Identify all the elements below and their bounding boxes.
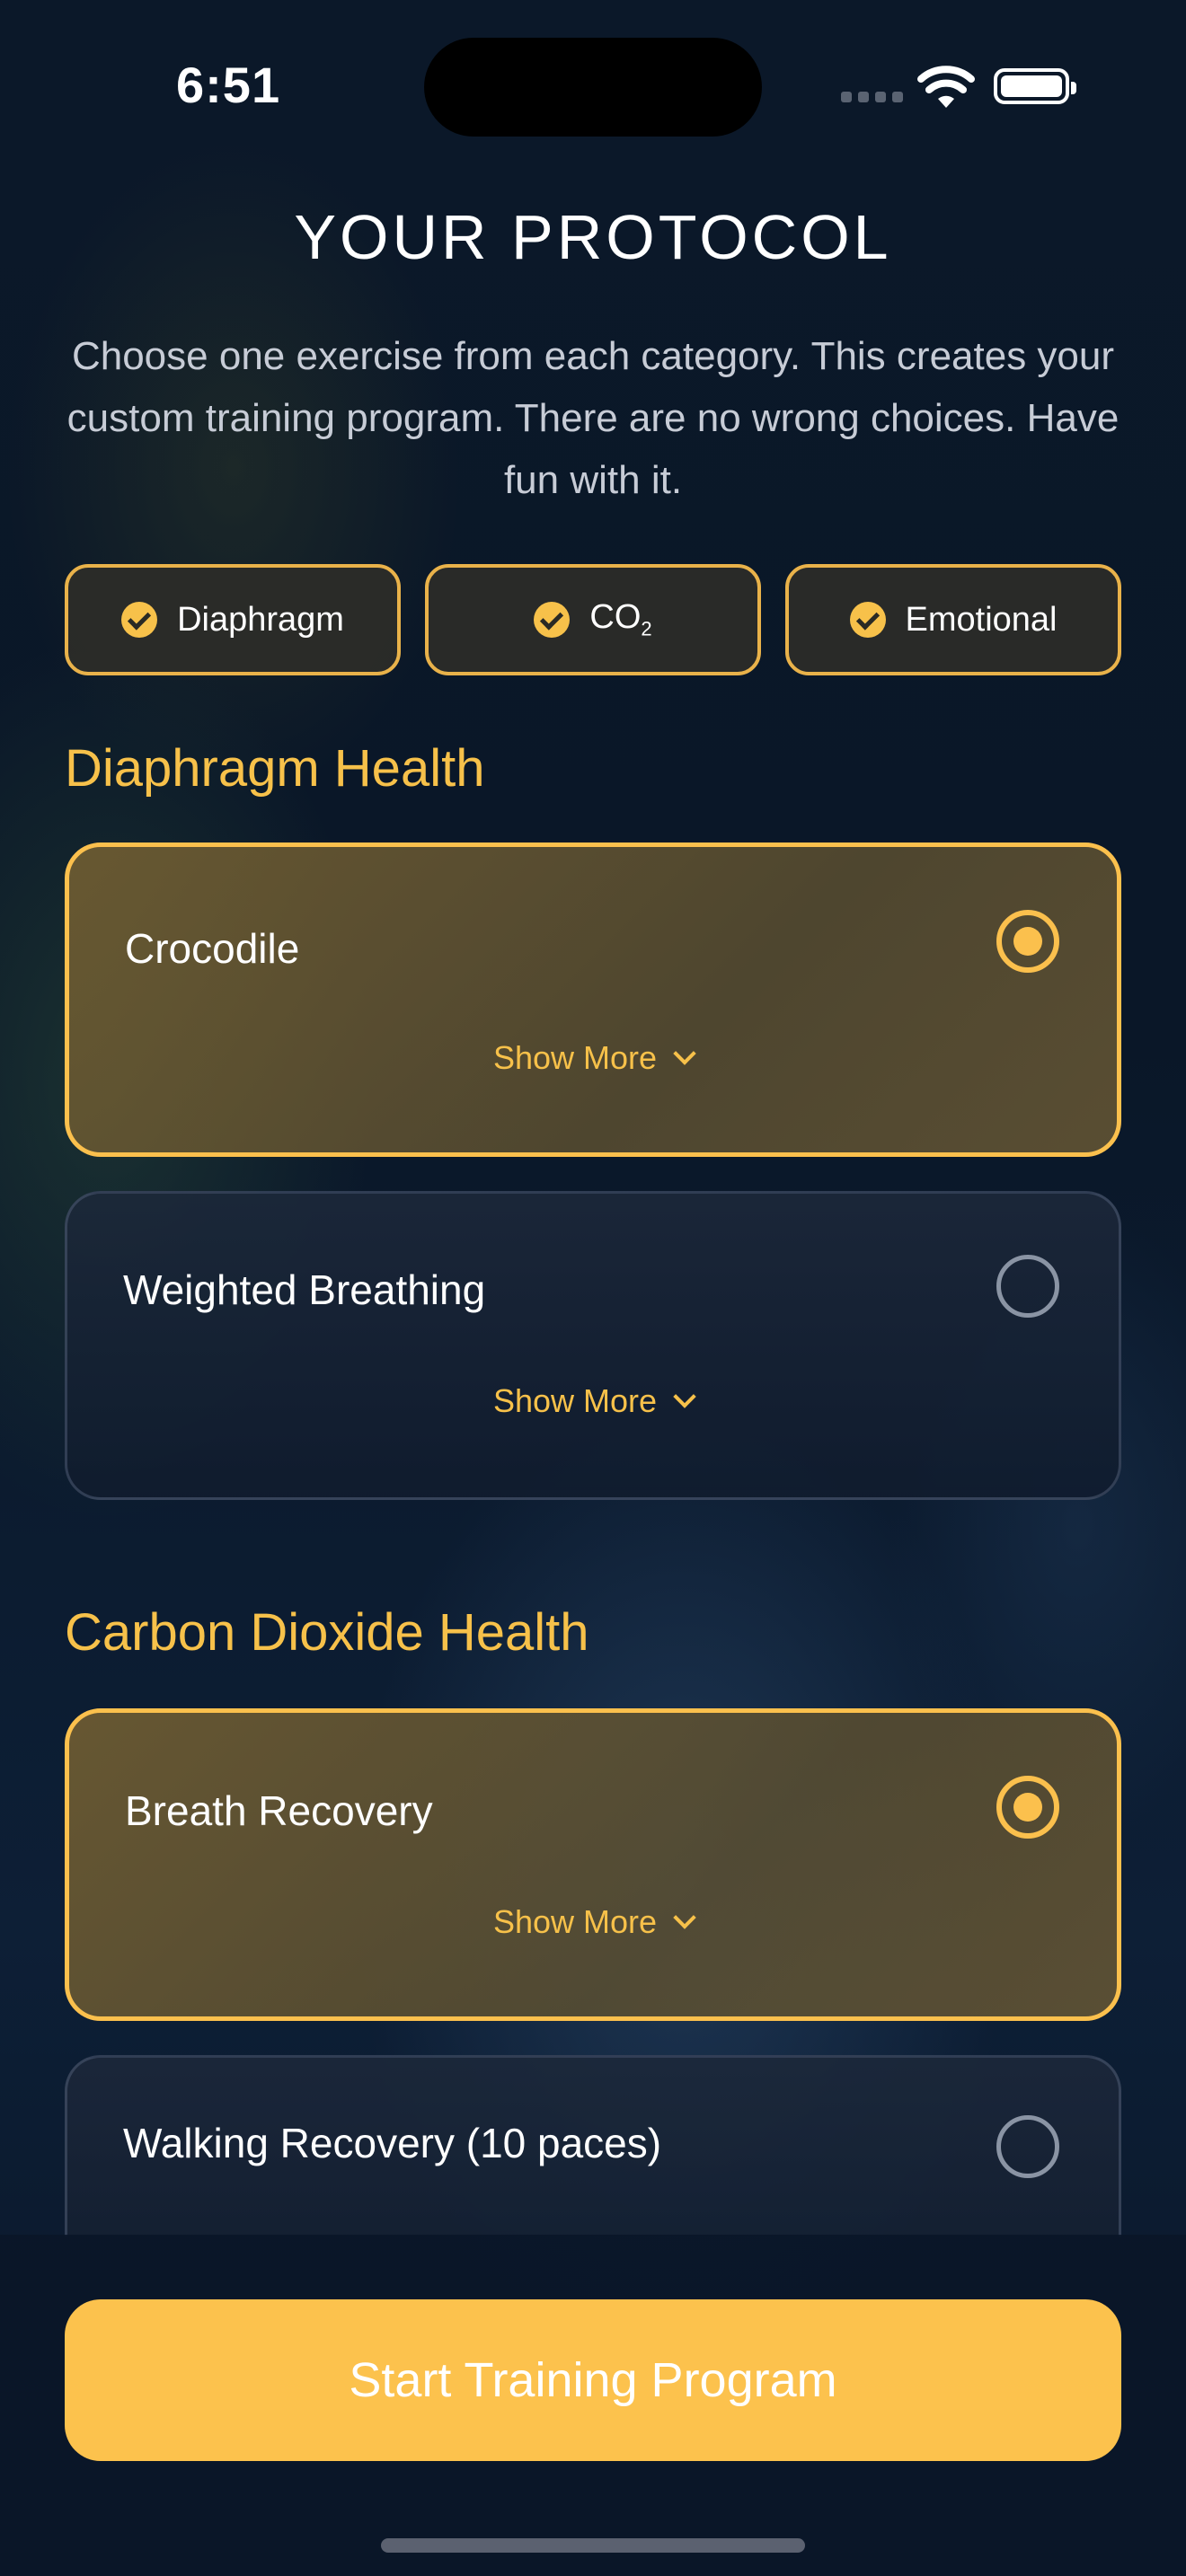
option-card-breath-recovery[interactable]: Breath Recovery Show More [65, 1708, 1121, 2021]
status-bar: 6:51 [0, 0, 1186, 171]
option-label: Crocodile [125, 925, 300, 972]
battery-icon [994, 68, 1076, 104]
dynamic-island [424, 38, 762, 137]
check-circle-icon [534, 602, 571, 638]
option-label: Weighted Breathing [123, 1266, 486, 1313]
start-training-button[interactable]: Start Training Program [65, 2299, 1121, 2461]
cellular-signal-icon [841, 92, 904, 104]
page-subtitle: Choose one exercise from each category. … [66, 334, 1120, 502]
section-title-diaphragm: Diaphragm Health [65, 739, 485, 798]
page-title: YOUR PROTOCOL [294, 202, 892, 272]
chevron-down-icon [673, 1385, 696, 1408]
category-chips: Diaphragm CO2 Emotional [65, 564, 1121, 675]
radio-selected-icon[interactable] [996, 910, 1059, 973]
chip-diaphragm[interactable]: Diaphragm [65, 564, 401, 675]
chip-label: Emotional [905, 600, 1058, 639]
chip-co2[interactable]: CO2 [425, 564, 761, 675]
radio-selected-icon[interactable] [996, 1776, 1059, 1839]
check-circle-icon [849, 602, 886, 638]
option-label: Walking Recovery (10 paces) [123, 2120, 662, 2166]
option-card-crocodile[interactable]: Crocodile Show More [65, 842, 1121, 1157]
show-more-button[interactable]: Show More [69, 1903, 1117, 1941]
chip-label: CO2 [589, 598, 652, 640]
section-title-carbon-dioxide: Carbon Dioxide Health [65, 1603, 589, 1662]
option-card-walking-recovery[interactable]: Walking Recovery (10 paces) [65, 2055, 1121, 2236]
radio-unselected-icon[interactable] [996, 2115, 1059, 2178]
scroll-clip: Walking Recovery (10 paces) [0, 2021, 1186, 2236]
chip-emotional[interactable]: Emotional [785, 564, 1121, 675]
home-indicator [381, 2538, 805, 2553]
wifi-icon [917, 66, 975, 108]
option-label: Breath Recovery [125, 1787, 433, 1834]
chip-label: Diaphragm [177, 600, 344, 639]
show-more-button[interactable]: Show More [69, 1039, 1117, 1077]
check-circle-icon [121, 602, 158, 638]
option-card-weighted-breathing[interactable]: Weighted Breathing Show More [65, 1191, 1121, 1500]
show-more-button[interactable]: Show More [67, 1382, 1119, 1420]
chevron-down-icon [673, 1042, 696, 1065]
status-time: 6:51 [176, 57, 281, 113]
chevron-down-icon [673, 1906, 696, 1929]
radio-unselected-icon[interactable] [996, 1255, 1059, 1318]
